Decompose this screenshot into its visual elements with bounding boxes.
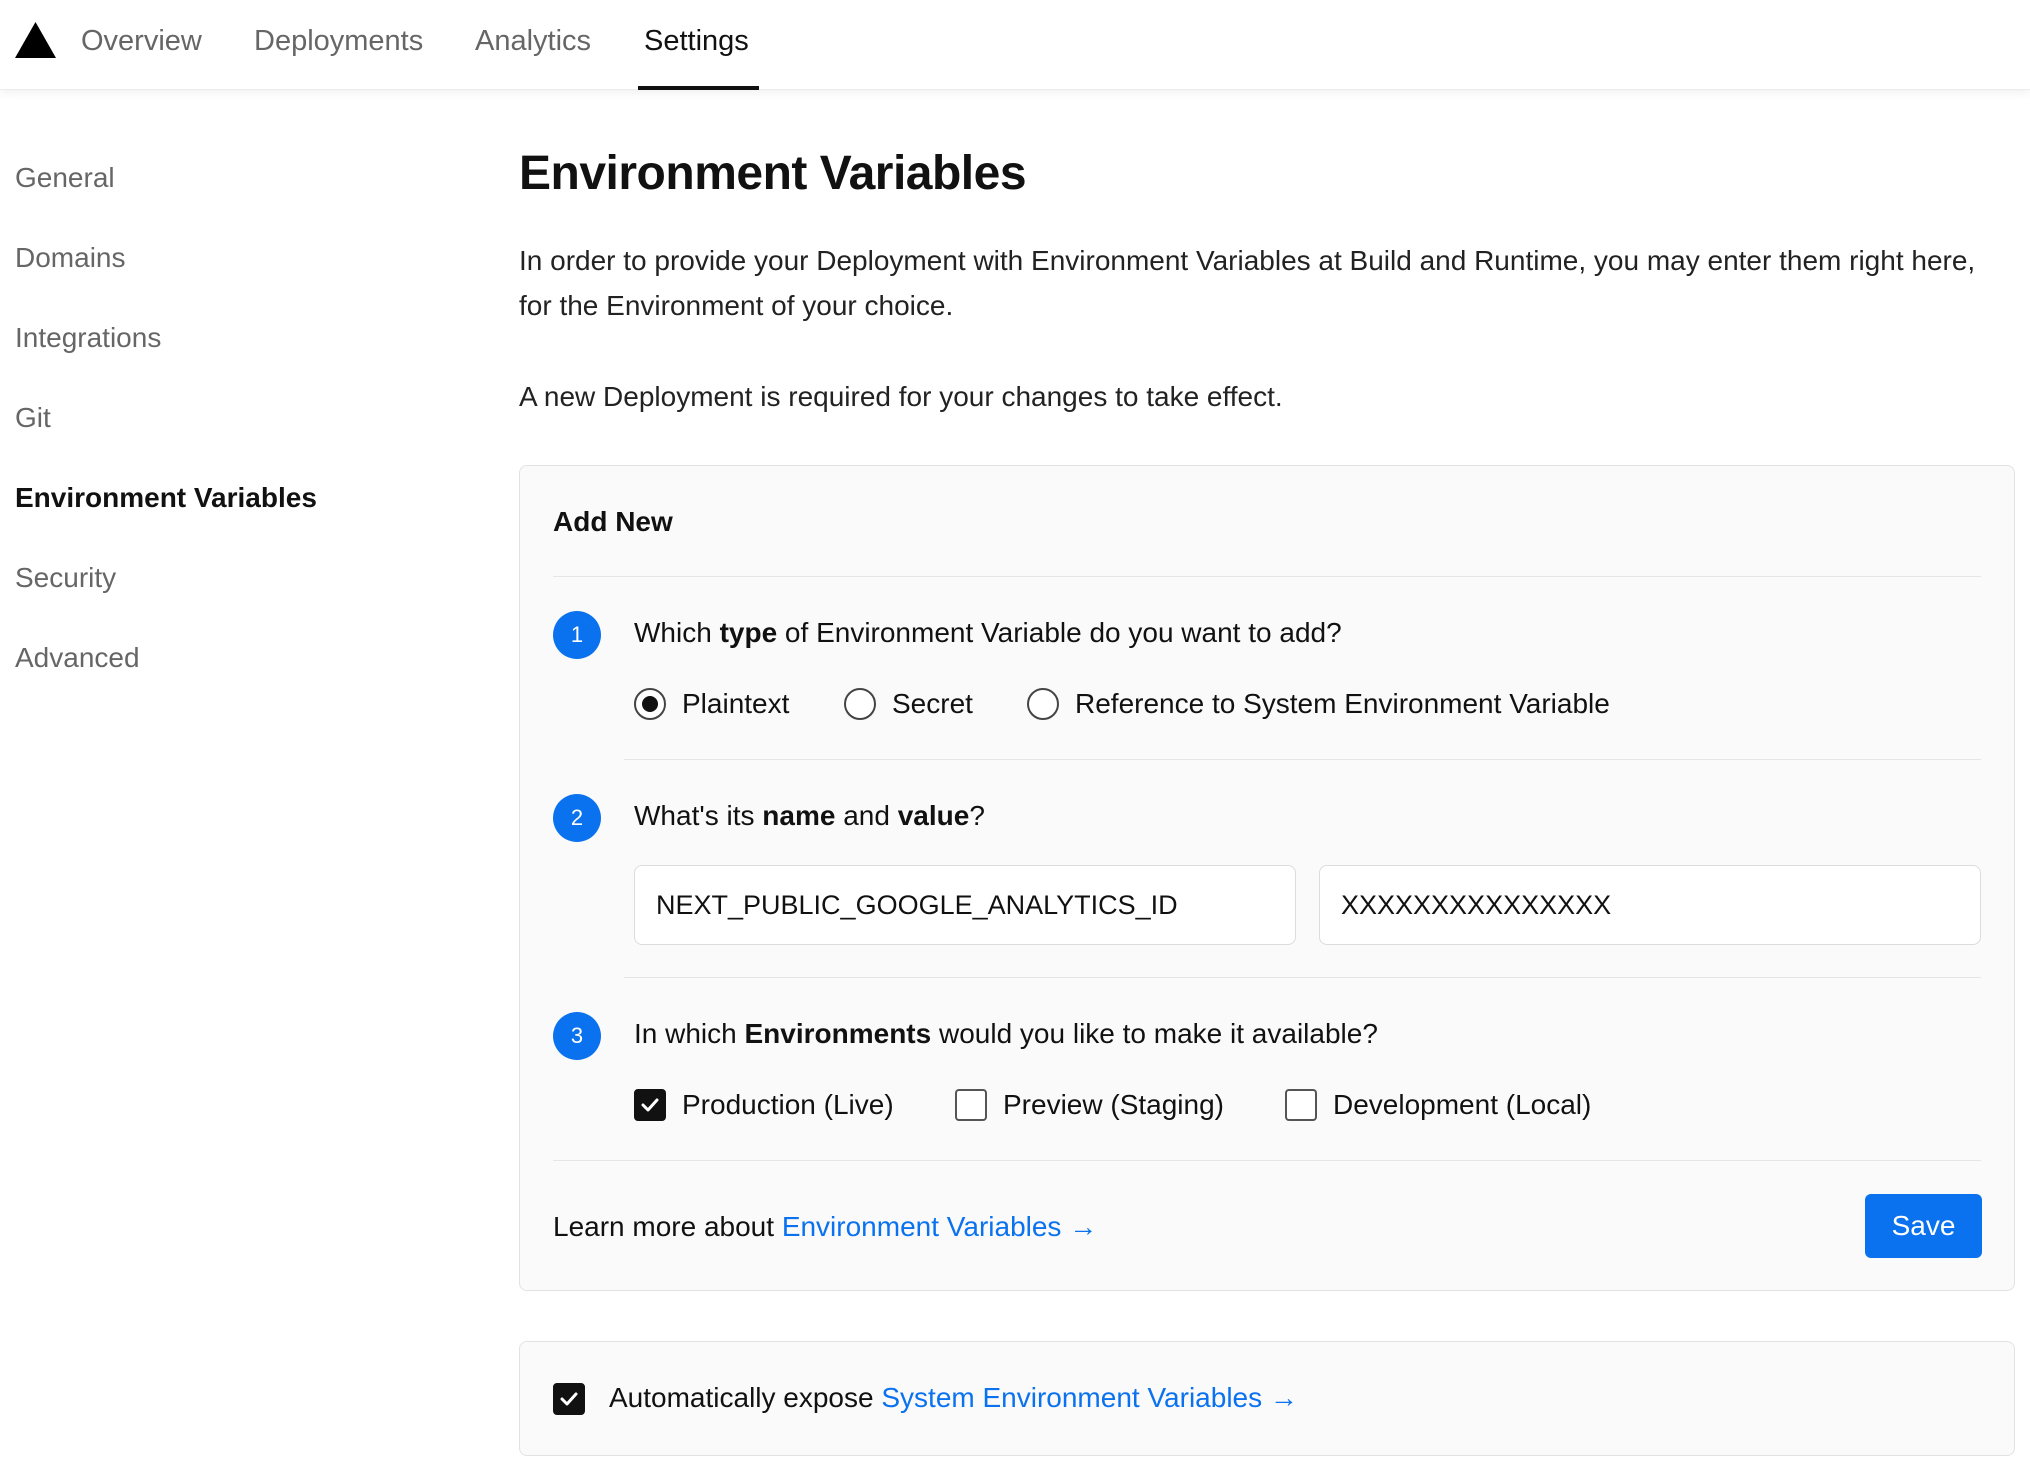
- save-button[interactable]: Save: [1865, 1194, 1982, 1258]
- step-2-question-bold-name: name: [762, 800, 836, 831]
- radio-reference-system-variable[interactable]: [1027, 688, 1059, 720]
- card-title: Add New: [553, 506, 673, 537]
- system-environment-variables-link[interactable]: System Environment Variables →: [881, 1382, 1298, 1413]
- step-2-badge: 2: [553, 794, 601, 842]
- step-3-question-suffix: would you like to make it available?: [931, 1018, 1378, 1049]
- intro-text: In order to provide your Deployment with…: [519, 245, 1976, 321]
- divider: [553, 1160, 1981, 1161]
- checkbox-production-label[interactable]: Production (Live): [682, 1089, 894, 1121]
- top-navigation: Overview Deployments Analytics Settings: [0, 0, 2030, 90]
- checkmark-icon: [560, 1392, 578, 1406]
- radio-plaintext[interactable]: [634, 688, 666, 720]
- checkbox-preview[interactable]: [955, 1089, 987, 1121]
- divider: [553, 576, 1981, 577]
- sidebar-item-security[interactable]: Security: [15, 562, 116, 594]
- checkbox-development[interactable]: [1285, 1089, 1317, 1121]
- checkbox-production[interactable]: [634, 1089, 666, 1121]
- step-2-question-bold-value: value: [897, 800, 970, 831]
- auto-expose-prefix: Automatically expose: [609, 1382, 882, 1413]
- divider: [624, 977, 1981, 978]
- variable-value-input[interactable]: [1319, 865, 1981, 945]
- sidebar-item-git[interactable]: Git: [15, 402, 51, 434]
- learn-more-text: Learn more about Environment Variables →: [553, 1211, 1097, 1243]
- step-2-question-suffix: ?: [969, 800, 985, 831]
- auto-expose-card: Automatically expose System Environment …: [519, 1341, 2015, 1456]
- auto-expose-text: Automatically expose System Environment …: [609, 1382, 1298, 1414]
- step-1-question-bold: type: [719, 617, 778, 648]
- step-3-badge: 3: [553, 1012, 601, 1060]
- sidebar-item-general[interactable]: General: [15, 162, 115, 194]
- checkbox-preview-label[interactable]: Preview (Staging): [1003, 1089, 1224, 1121]
- step-2-question-mid: and: [835, 800, 898, 831]
- step-3-question-bold: Environments: [744, 1018, 932, 1049]
- radio-secret-label[interactable]: Secret: [892, 688, 973, 720]
- tab-deployments[interactable]: Deployments: [254, 0, 423, 90]
- environment-variables-docs-link[interactable]: Environment Variables →: [782, 1211, 1097, 1242]
- radio-reference-label[interactable]: Reference to System Environment Variable: [1075, 688, 1610, 720]
- tab-analytics[interactable]: Analytics: [475, 0, 591, 90]
- sidebar-item-advanced[interactable]: Advanced: [15, 642, 140, 674]
- step-1-question-prefix: Which: [634, 617, 720, 648]
- step-1-question-suffix: of Environment Variable do you want to a…: [777, 617, 1342, 648]
- add-new-card: Add New 1 Which type of Environment Vari…: [519, 465, 2015, 1291]
- step-1-badge: 1: [553, 611, 601, 659]
- variable-name-input[interactable]: [634, 865, 1296, 945]
- checkbox-development-label[interactable]: Development (Local): [1333, 1089, 1591, 1121]
- step-2-question-prefix: What's its: [634, 800, 763, 831]
- triangle-logo-icon[interactable]: [15, 22, 56, 58]
- learn-more-prefix: Learn more about: [553, 1211, 782, 1242]
- tab-settings[interactable]: Settings: [644, 0, 749, 90]
- sidebar-item-integrations[interactable]: Integrations: [15, 322, 161, 354]
- step-3-question: In which Environments would you like to …: [634, 1018, 1378, 1050]
- step-2-question: What's its name and value?: [634, 800, 985, 832]
- sidebar-item-environment-variables[interactable]: Environment Variables: [15, 482, 317, 514]
- step-1-question: Which type of Environment Variable do yo…: [634, 617, 1342, 649]
- page-title: Environment Variables: [519, 147, 1027, 200]
- radio-secret[interactable]: [844, 688, 876, 720]
- tab-overview[interactable]: Overview: [81, 0, 202, 90]
- auto-expose-checkbox[interactable]: [553, 1383, 585, 1415]
- deployment-note: A new Deployment is required for your ch…: [519, 381, 1283, 412]
- checkmark-icon: [641, 1098, 659, 1112]
- active-tab-indicator: [638, 86, 759, 90]
- step-3-question-prefix: In which: [634, 1018, 745, 1049]
- sidebar-item-domains[interactable]: Domains: [15, 242, 125, 274]
- radio-plaintext-label[interactable]: Plaintext: [682, 688, 789, 720]
- divider: [624, 759, 1981, 760]
